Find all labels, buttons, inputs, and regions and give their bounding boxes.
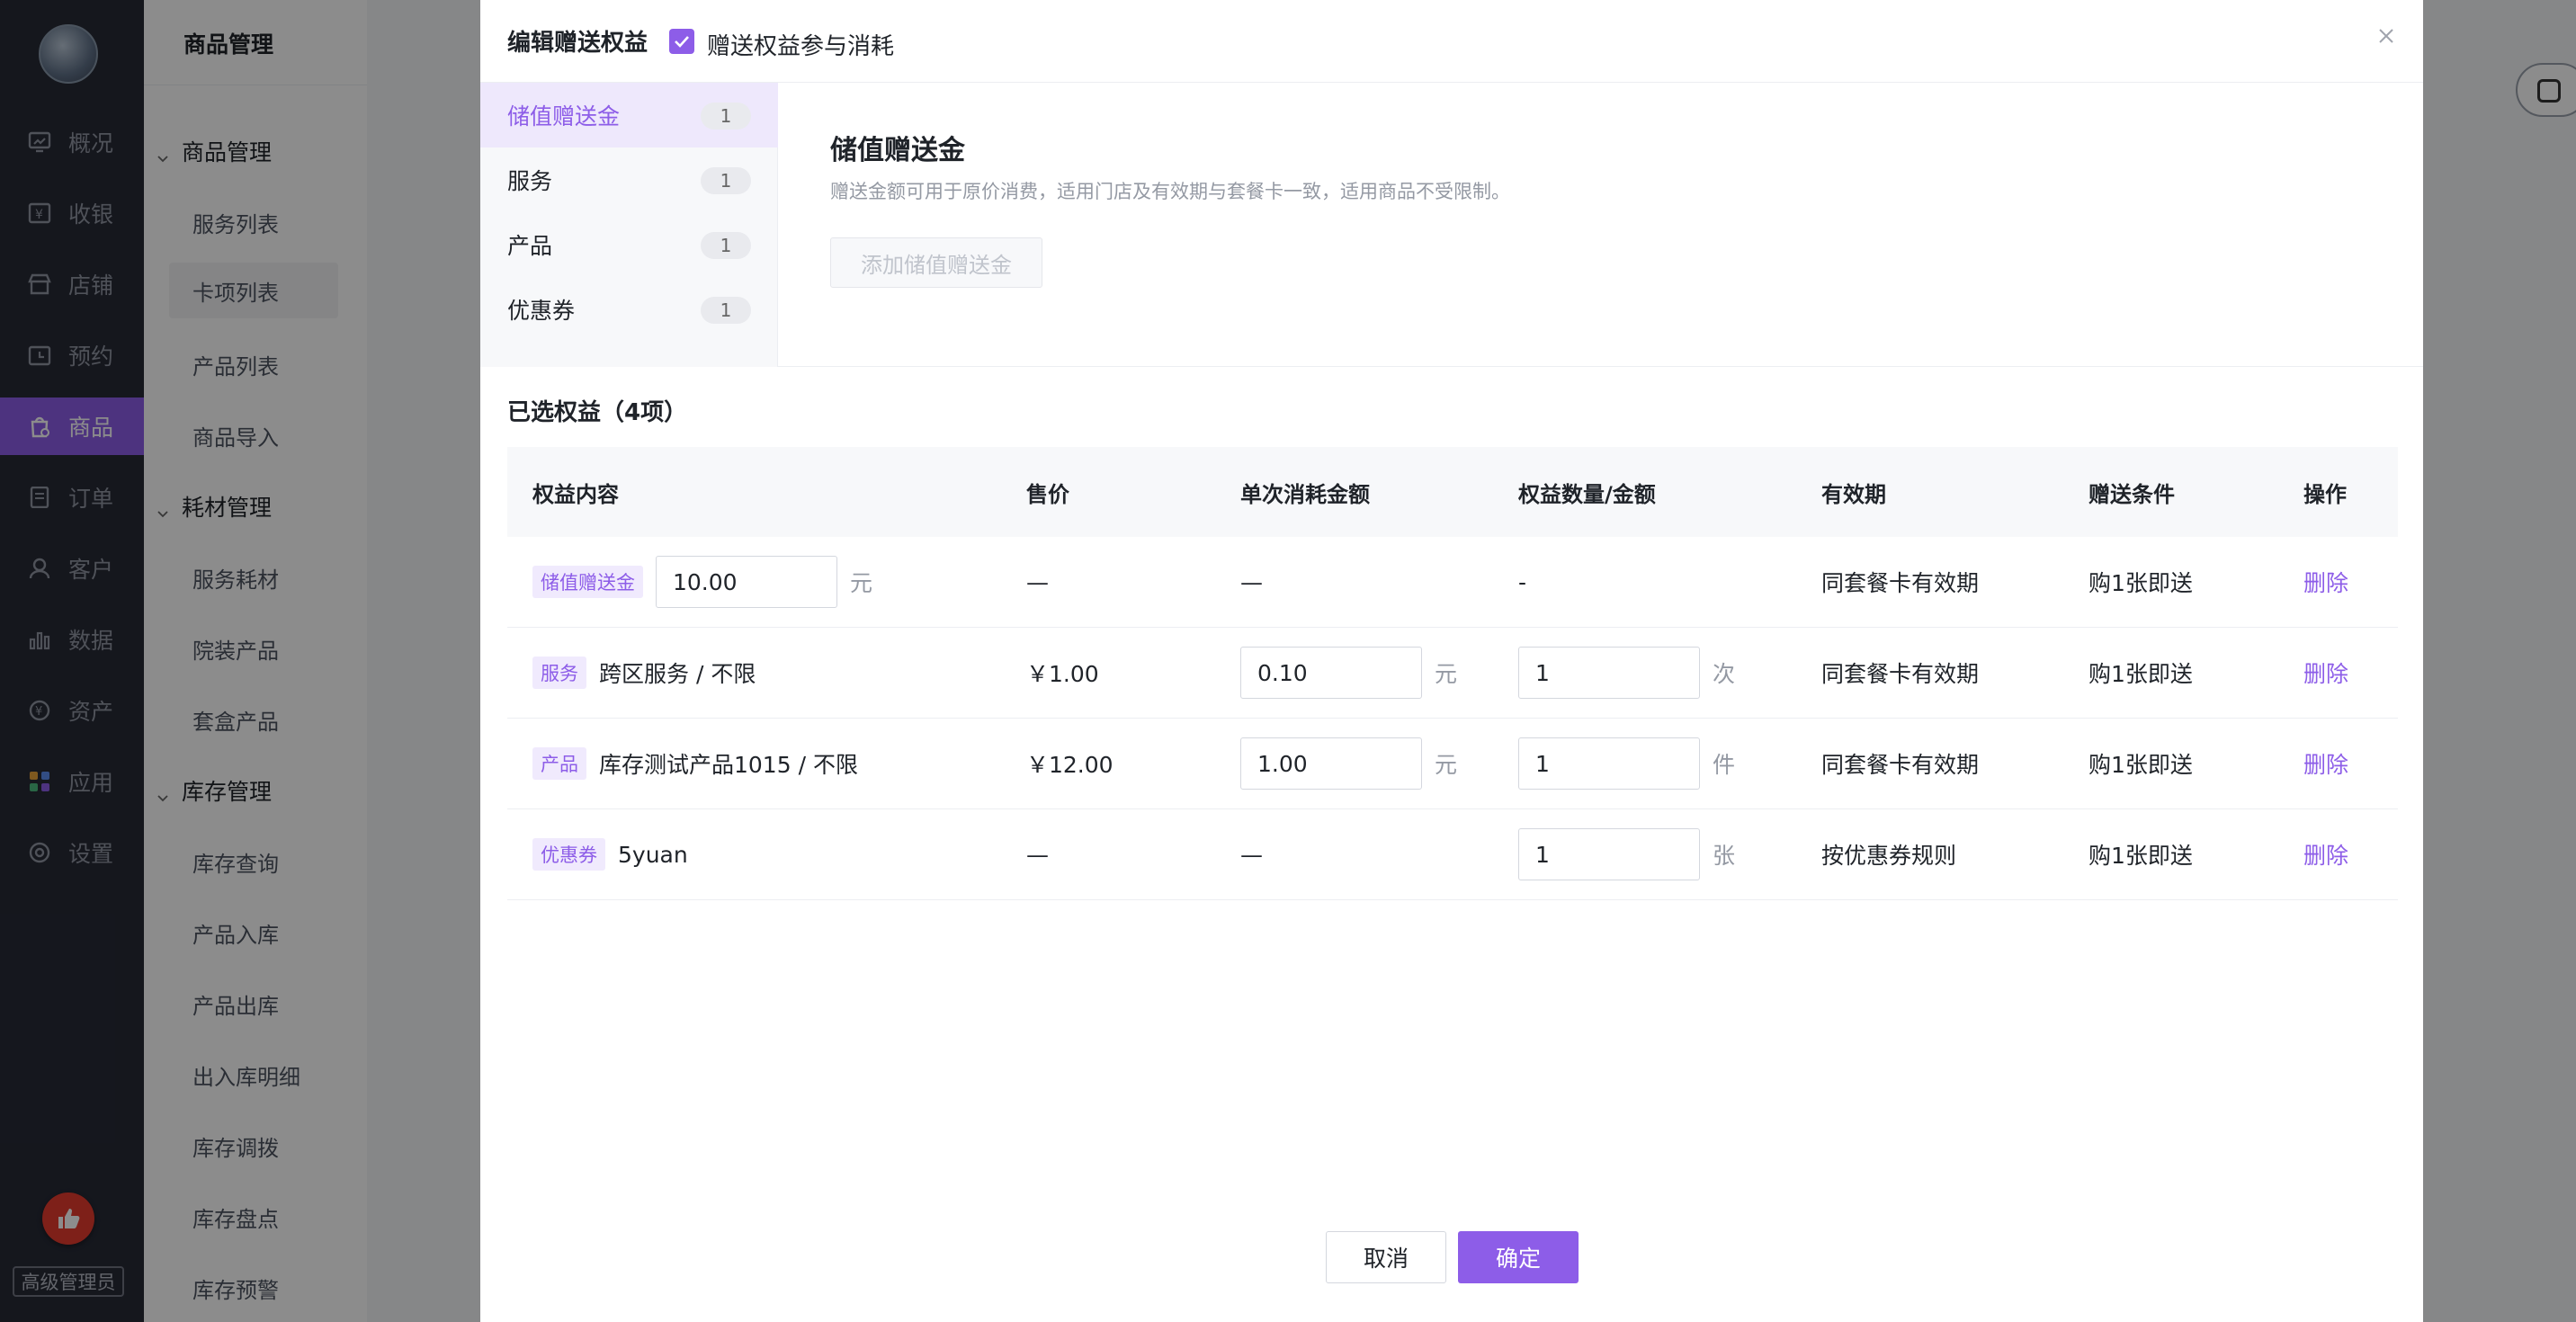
add-stored-value-gift-button[interactable]: 添加储值赠送金 [830, 237, 1042, 288]
col-header: 操作 [2303, 481, 2347, 507]
confirm-button[interactable]: 确定 [1458, 1231, 1579, 1283]
category-label: 储值赠送金 [507, 103, 621, 130]
per-use-amount-input[interactable]: 0.10 [1240, 647, 1422, 699]
benefit-cell: 产品 库存测试产品1015 / 不限 [532, 719, 858, 808]
qty-cell: 1 张 [1518, 809, 1735, 899]
col-header: 售价 [1026, 481, 1069, 507]
close-icon[interactable] [2374, 23, 2399, 49]
delete-link[interactable]: 删除 [2303, 628, 2348, 718]
delete-link[interactable]: 删除 [2303, 719, 2348, 808]
benefit-tag: 产品 [532, 747, 586, 780]
price-cell: ￥12.00 [1026, 752, 1114, 778]
detail-description: 赠送金额可用于原价消费，适用门店及有效期与套餐卡一致，适用商品不受限制。 [830, 181, 1510, 202]
condition-cell: 购1张即送 [2089, 752, 2193, 778]
edit-benefits-modal: 编辑赠送权益 赠送权益参与消耗 储值赠送金 1 服务 1 产品 1 优惠券 1 … [480, 0, 2423, 1322]
consume-checkbox-label[interactable]: 赠送权益参与消耗 [707, 28, 894, 61]
col-header: 单次消耗金额 [1240, 481, 1370, 507]
unit-label: 张 [1713, 843, 1736, 869]
category-label: 优惠券 [507, 298, 576, 324]
per-use-amount-input[interactable]: 1.00 [1240, 737, 1422, 790]
benefit-tag: 优惠券 [532, 838, 605, 871]
benefits-table: 权益内容 售价 单次消耗金额 权益数量/金额 有效期 赠送条件 操作 储值赠送金… [507, 447, 2398, 900]
benefit-name: 跨区服务 / 不限 [599, 661, 756, 687]
condition-cell: 购1张即送 [2089, 661, 2193, 687]
price-cell: ￥1.00 [1026, 661, 1099, 687]
unit-label: 元 [1435, 661, 1458, 687]
quantity-input[interactable]: 1 [1518, 737, 1700, 790]
category-count: 1 [701, 103, 751, 130]
quantity-input[interactable]: 1 [1518, 828, 1700, 880]
unit-label: 元 [1435, 752, 1458, 778]
col-header: 有效期 [1821, 481, 1886, 507]
col-header: 权益数量/金额 [1518, 481, 1656, 507]
category-label: 服务 [507, 168, 553, 194]
unit-label: 元 [850, 570, 873, 596]
per-use-cell: 1.00 元 [1240, 719, 1457, 808]
consume-checkbox[interactable] [669, 29, 694, 54]
cancel-button[interactable]: 取消 [1326, 1231, 1446, 1283]
category-product[interactable]: 产品 1 [480, 212, 778, 277]
detail-title: 储值赠送金 [830, 135, 965, 166]
qty-cell: - [1518, 568, 1527, 595]
validity-cell: 同套餐卡有效期 [1821, 752, 1980, 778]
qty-cell: 1 件 [1518, 719, 1735, 808]
benefit-tag: 储值赠送金 [532, 566, 643, 598]
category-count: 1 [701, 167, 751, 194]
category-service[interactable]: 服务 1 [480, 147, 778, 212]
table-row: 产品 库存测试产品1015 / 不限 ￥12.00 1.00 元 1 件 同套餐… [507, 719, 2398, 809]
validity-cell: 同套餐卡有效期 [1821, 661, 1980, 687]
condition-cell: 购1张即送 [2089, 843, 2193, 869]
benefit-cell: 服务 跨区服务 / 不限 [532, 628, 756, 718]
table-header: 权益内容 售价 单次消耗金额 权益数量/金额 有效期 赠送条件 操作 [507, 447, 2398, 537]
benefit-tag: 服务 [532, 657, 586, 689]
modal-title: 编辑赠送权益 [507, 30, 648, 57]
delete-link[interactable]: 删除 [2303, 809, 2348, 899]
category-stored-value-gift[interactable]: 储值赠送金 1 [480, 83, 778, 147]
price-cell: — [1026, 841, 1049, 868]
category-count: 1 [701, 232, 751, 259]
benefit-cell: 优惠券 5yuan [532, 809, 688, 899]
qty-cell: 1 次 [1518, 628, 1735, 718]
price-cell: — [1026, 568, 1049, 595]
table-row: 储值赠送金 10.00 元 — — - 同套餐卡有效期 购1张即送 删除 [507, 537, 2398, 628]
validity-cell: 同套餐卡有效期 [1821, 570, 1980, 596]
category-coupon[interactable]: 优惠券 1 [480, 277, 778, 342]
col-header: 权益内容 [532, 481, 619, 507]
unit-label: 件 [1713, 752, 1736, 778]
category-detail: 储值赠送金 赠送金额可用于原价消费，适用门店及有效期与套餐卡一致，适用商品不受限… [778, 83, 2423, 367]
category-label: 产品 [507, 233, 553, 259]
unit-label: 次 [1713, 661, 1736, 687]
per-use-cell: — [1240, 841, 1263, 868]
validity-cell: 按优惠券规则 [1821, 843, 1957, 869]
benefit-cell: 储值赠送金 10.00 元 [532, 537, 872, 627]
condition-cell: 购1张即送 [2089, 570, 2193, 596]
selected-benefits-title: 已选权益（4项） [507, 399, 688, 426]
benefit-name: 库存测试产品1015 / 不限 [599, 752, 858, 778]
col-header: 赠送条件 [2089, 481, 2175, 507]
table-row: 优惠券 5yuan — — 1 张 按优惠券规则 购1张即送 删除 [507, 809, 2398, 900]
quantity-input[interactable]: 1 [1518, 647, 1700, 699]
table-row: 服务 跨区服务 / 不限 ￥1.00 0.10 元 1 次 同套餐卡有效期 购1… [507, 628, 2398, 719]
benefit-category-list: 储值赠送金 1 服务 1 产品 1 优惠券 1 [480, 83, 778, 367]
benefit-name: 5yuan [618, 841, 688, 868]
delete-link[interactable]: 删除 [2303, 537, 2348, 627]
category-count: 1 [701, 297, 751, 324]
gift-amount-input[interactable]: 10.00 [656, 556, 837, 608]
modal-header: 编辑赠送权益 赠送权益参与消耗 [480, 0, 2423, 83]
per-use-cell: 0.10 元 [1240, 628, 1457, 718]
per-use-cell: — [1240, 568, 1263, 595]
